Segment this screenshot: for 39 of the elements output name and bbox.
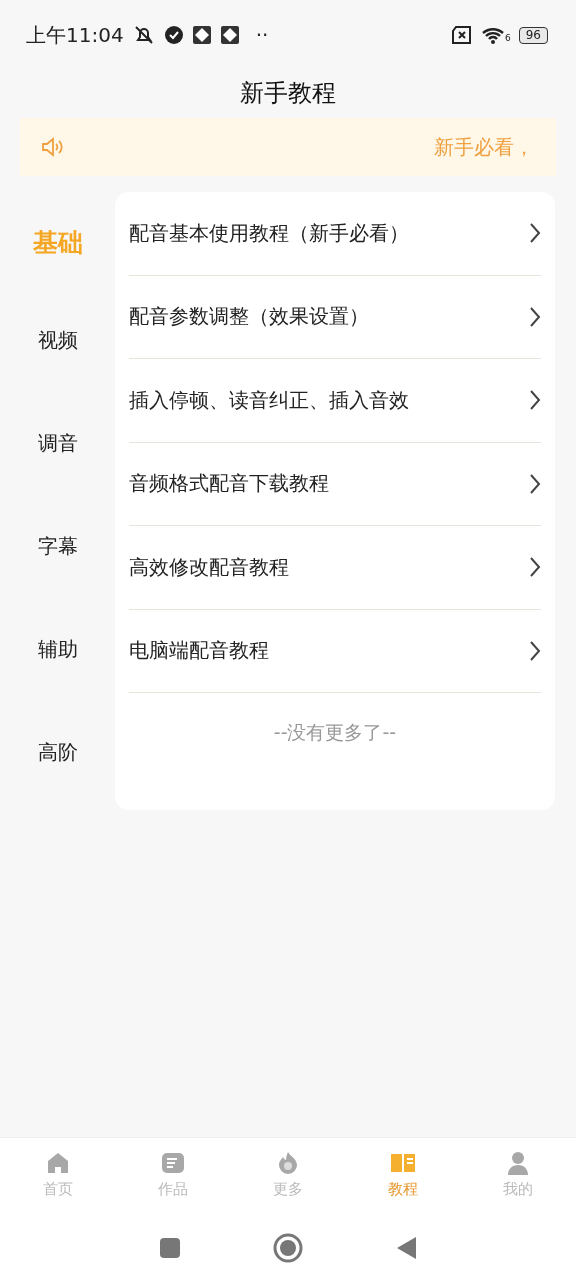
wifi-label: 6 [505, 31, 511, 45]
category-tab[interactable]: 高阶 [0, 707, 115, 810]
chevron-right-icon [529, 389, 541, 412]
home-circle-icon[interactable] [273, 1232, 303, 1263]
square-icon[interactable] [159, 1236, 181, 1259]
status-time: 上午11:04 [26, 22, 124, 49]
back-icon[interactable] [395, 1235, 417, 1260]
category-tab[interactable]: 辅助 [0, 604, 115, 707]
tutorial-title: 配音参数调整（效果设置） [129, 304, 369, 331]
notice-text: 新手必看， [434, 134, 534, 161]
category-tab[interactable]: 调音 [0, 398, 115, 501]
tutorial-item[interactable]: 配音基本使用教程（新手必看） [129, 192, 541, 276]
tutorial-item[interactable]: 音频格式配音下载教程 [129, 442, 541, 526]
tutorial-item[interactable]: 插入停顿、读音纠正、插入音效 [129, 359, 541, 443]
more-dots: ·· [255, 22, 269, 49]
chevron-right-icon [529, 472, 541, 495]
chevron-right-icon [529, 222, 541, 245]
battery-level: 96 [518, 26, 548, 44]
tutorial-item[interactable]: 电脑端配音教程 [129, 609, 541, 693]
document-icon [159, 1150, 186, 1176]
app-icon [191, 25, 212, 45]
tutorial-item[interactable]: 配音参数调整（效果设置） [129, 275, 541, 359]
check-icon [163, 25, 184, 45]
tutorial-title: 高效修改配音教程 [129, 554, 289, 581]
category-tab[interactable]: 字幕 [0, 501, 115, 604]
tutorial-title: 配音基本使用教程（新手必看） [129, 220, 409, 247]
wifi-icon [481, 25, 505, 45]
page-title: 新手教程 [240, 78, 336, 109]
chevron-right-icon [529, 639, 541, 662]
chevron-right-icon [529, 305, 541, 328]
tutorial-item[interactable]: 高效修改配音教程 [129, 526, 541, 610]
tutorial-title: 插入停顿、读音纠正、插入音效 [129, 387, 409, 414]
category-tab[interactable]: 视频 [0, 295, 115, 398]
app-icon [219, 25, 240, 45]
tutorial-title: 音频格式配音下载教程 [129, 471, 329, 498]
sim-off-icon [451, 25, 473, 45]
chevron-right-icon [529, 556, 541, 579]
tutorial-title: 电脑端配音教程 [129, 638, 269, 665]
list-end-text: --没有更多了-- [273, 719, 397, 745]
